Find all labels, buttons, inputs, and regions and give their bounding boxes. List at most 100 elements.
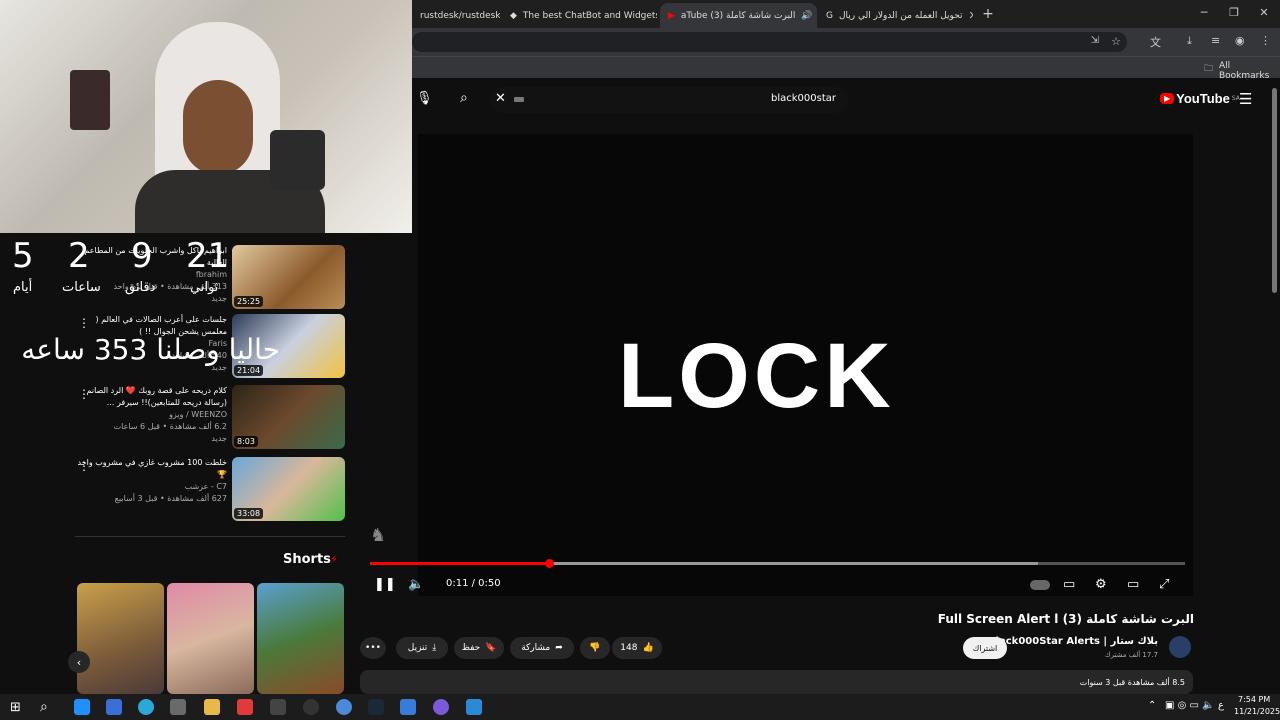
share-button[interactable]: مشاركة ➦: [510, 637, 574, 659]
search-icon[interactable]: ⌕: [40, 699, 48, 715]
download-icon[interactable]: ⤓: [1187, 34, 1192, 48]
video-player[interactable]: LOCK: [418, 134, 1193, 596]
subscribe-button[interactable]: اشتراك: [963, 637, 1007, 659]
hamburger-icon[interactable]: ☰: [1239, 90, 1252, 108]
address-bar[interactable]: ⇲ ☆: [412, 32, 1127, 52]
install-icon[interactable]: ⇲: [1091, 35, 1099, 46]
clear-search-icon[interactable]: ✕: [495, 91, 506, 106]
chevron-up-icon[interactable]: ⌃: [1148, 700, 1156, 711]
taskbar: [0, 694, 1280, 720]
tab-label: rustdesk/rustdesk: [420, 10, 500, 21]
countdown-days-label: أيام: [13, 280, 33, 295]
countdown-minutes-label: دقائق: [125, 280, 156, 295]
volume-icon[interactable]: 🔈: [408, 577, 424, 592]
chrome-icon[interactable]: [336, 699, 352, 715]
description-box[interactable]: 8.5 ألف مشاهدة قبل 3 سنوات: [360, 670, 1193, 694]
download-label: تنزيل: [407, 643, 428, 653]
language-indicator[interactable]: ع: [1218, 700, 1224, 711]
settings-icon[interactable]: ⚙: [1095, 577, 1107, 592]
view-stats: 627 ألف مشاهدة • قبل 3 أسابيع: [114, 494, 227, 503]
windows-start-icon[interactable]: ⊞: [10, 700, 21, 715]
app-icon[interactable]: [74, 699, 90, 715]
new-tab-button[interactable]: +: [976, 6, 1000, 22]
clock-time[interactable]: 7:54 PM: [1238, 695, 1270, 704]
obs-icon[interactable]: [303, 699, 319, 715]
more-actions-button[interactable]: •••: [360, 637, 386, 659]
theater-icon[interactable]: ▭: [1127, 577, 1139, 592]
bookmark-icon: 🔖: [485, 643, 497, 653]
video-thumbnail[interactable]: 33:08: [232, 457, 345, 521]
shelf-item: [70, 70, 110, 130]
video-thumbnail[interactable]: 25:25: [232, 245, 345, 309]
video-title[interactable]: خلطت 100 مشروب غازي في مشروب واحد 🏆: [77, 457, 228, 481]
keyboard-icon[interactable]: [514, 97, 524, 102]
app-icon[interactable]: [466, 699, 482, 715]
channel-avatar[interactable]: [1169, 636, 1191, 658]
close-icon[interactable]: ✕: [969, 9, 973, 22]
edge-icon[interactable]: [138, 699, 154, 715]
youtube-logo[interactable]: ▶ YouTube SA: [1160, 91, 1240, 106]
new-badge: جديد: [211, 434, 227, 443]
steam-icon[interactable]: [368, 699, 384, 715]
media-control-icon[interactable]: ≡: [1211, 34, 1220, 47]
menu-icon[interactable]: ⋮: [1260, 34, 1271, 47]
save-button[interactable]: حفظ 🔖: [454, 637, 504, 659]
like-button[interactable]: 148 👍: [612, 637, 662, 659]
subtitles-icon[interactable]: ▭: [1063, 577, 1075, 592]
download-button[interactable]: تنزيل ⤓: [396, 637, 448, 659]
autoplay-toggle[interactable]: [1030, 580, 1050, 590]
list-item[interactable]: 8:03 ⋮ كلام دريحه على قصة روبك ❤️ الرد ا…: [75, 385, 345, 449]
microphone: [270, 130, 325, 190]
profile-icon[interactable]: ◉: [1235, 34, 1245, 47]
clock-date[interactable]: 11/21/2025: [1234, 707, 1280, 716]
share-label: مشاركة: [521, 643, 551, 653]
short-thumbnail[interactable]: [257, 583, 344, 694]
minimize-icon[interactable]: ─: [1192, 6, 1216, 19]
channel-name[interactable]: بلاك ستار | Black000Star Alerts: [988, 636, 1158, 647]
view-stats: 6.2 ألف مشاهدة • قبل 6 ساعات: [113, 422, 227, 431]
diamond-icon: ◆: [510, 10, 517, 21]
list-item[interactable]: 33:08 ⋮ خلطت 100 مشروب غازي في مشروب واح…: [75, 457, 345, 521]
app-icon[interactable]: [433, 699, 449, 715]
video-title[interactable]: كلام دريحه على قصة روبك ❤️ الرد الصانم (…: [77, 385, 227, 409]
duration-badge: 25:25: [234, 296, 264, 307]
app-icon[interactable]: [400, 699, 416, 715]
video-thumbnail[interactable]: 8:03: [232, 385, 345, 449]
search-input[interactable]: ⌕ ✕ black000star: [460, 87, 848, 113]
star-icon[interactable]: ☆: [1111, 35, 1121, 48]
store-icon[interactable]: [170, 699, 186, 715]
mic-icon[interactable]: 🎙: [416, 91, 433, 106]
tab-rustdesk[interactable]: rustdesk/rustdesk✕: [412, 3, 500, 28]
folder-icon: 🗀: [1204, 64, 1214, 74]
short-thumbnail[interactable]: [77, 583, 164, 694]
logo-text: YouTube: [1176, 91, 1230, 106]
tab-youtube[interactable]: ▶aTube (3) البرت شاشة كاملة🔊✕: [660, 3, 817, 28]
share-icon: ➦: [555, 643, 563, 653]
short-thumbnail[interactable]: [167, 583, 254, 694]
app-icon[interactable]: [106, 699, 122, 715]
fullscreen-icon[interactable]: ⤢: [1159, 577, 1169, 592]
chevron-left-icon[interactable]: ‹: [68, 651, 90, 673]
tab-currency[interactable]: G تحويل العمله من الدولار الي ريال ✕: [818, 3, 973, 28]
thumbs-up-icon: 👍: [642, 643, 654, 653]
lock-text: LOCK: [618, 325, 895, 427]
thumbs-down-icon: 👎: [589, 643, 601, 653]
tab-chatbot[interactable]: ◆The best ChatBot and Widgets✕: [502, 3, 657, 28]
divider: [75, 536, 345, 537]
tray-icons[interactable]: ▣ ◎ ▭ 🔈: [1165, 700, 1215, 711]
restore-icon[interactable]: ❐: [1222, 6, 1246, 19]
pause-icon[interactable]: ❚❚: [374, 577, 396, 592]
page-scrollbar[interactable]: [1272, 88, 1277, 293]
app-icon[interactable]: [270, 699, 286, 715]
video-meta: كلام دريحه على قصة روبك ❤️ الرد الصانم (…: [77, 385, 227, 445]
dislike-button[interactable]: 👎: [580, 637, 610, 659]
app-icon[interactable]: [237, 699, 253, 715]
tab-label: The best ChatBot and Widgets: [522, 10, 657, 21]
shorts-icon: ⚡: [330, 553, 338, 566]
progress-played: [370, 562, 550, 565]
search-icon[interactable]: ⌕: [460, 90, 468, 106]
close-window-icon[interactable]: ✕: [1252, 6, 1276, 19]
folder-icon[interactable]: [204, 699, 220, 715]
translate-icon[interactable]: 文: [1150, 34, 1161, 50]
countdown-minutes: 9: [131, 236, 153, 276]
